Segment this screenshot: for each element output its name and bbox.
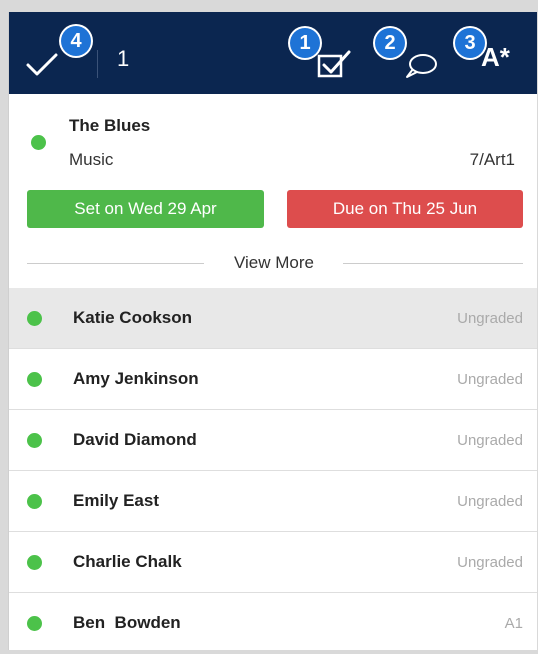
status-dot	[27, 616, 42, 631]
check-icon[interactable]	[25, 50, 59, 78]
status-dot	[27, 494, 42, 509]
student-name: Amy Jenkinson	[73, 369, 199, 388]
student-row[interactable]: Katie Cookson Ungraded	[9, 288, 537, 349]
student-name: Charlie Chalk	[73, 552, 182, 571]
student-grade: Ungraded	[457, 493, 523, 510]
status-dot	[27, 555, 42, 570]
comment-icon[interactable]	[401, 52, 439, 80]
status-dot	[27, 433, 42, 448]
student-name: Katie Cookson	[73, 308, 193, 327]
student-grade: Ungraded	[457, 310, 523, 327]
assignment-subject: Music	[69, 150, 114, 169]
student-name: Emily East	[73, 491, 159, 510]
status-dot	[27, 372, 42, 387]
student-row[interactable]: David Diamond Ungraded	[9, 410, 537, 471]
set-date-badge: Set on Wed 29 Apr	[27, 190, 264, 228]
selected-count: 1	[117, 46, 130, 71]
student-list: Katie Cookson Ungraded Amy Jenkinson Ung…	[9, 288, 537, 650]
status-dot	[27, 311, 42, 326]
student-row[interactable]: Amy Jenkinson Ungraded	[9, 349, 537, 410]
student-grade: Ungraded	[457, 432, 523, 449]
app-frame: 4 1 1 2 3 A* The Blues Music 7/Art1 Set …	[8, 12, 537, 650]
status-dot	[31, 135, 46, 150]
student-grade: Ungraded	[457, 371, 523, 388]
student-grade: A1	[504, 615, 523, 632]
view-more-link[interactable]: View More	[219, 253, 329, 273]
grade-icon[interactable]: A*	[481, 42, 510, 73]
student-name: David Diamond	[73, 430, 197, 449]
action-toolbar: 4 1 1 2 3 A*	[9, 12, 537, 94]
mark-complete-icon[interactable]	[315, 48, 353, 78]
divider-right	[343, 263, 523, 264]
assignment-title: The Blues	[69, 116, 151, 135]
due-date-badge: Due on Thu 25 Jun	[287, 190, 523, 228]
student-row[interactable]: Emily East Ungraded	[9, 471, 537, 532]
toolbar-divider	[97, 50, 98, 78]
class-code: 7/Art1	[469, 150, 515, 169]
student-row[interactable]: Charlie Chalk Ungraded	[9, 532, 537, 593]
badge-4: 4	[61, 26, 91, 56]
student-name: Ben Bowden	[73, 613, 181, 632]
divider-left	[27, 263, 204, 264]
student-grade: Ungraded	[457, 554, 523, 571]
student-row[interactable]: Ben Bowden A1	[9, 593, 537, 650]
